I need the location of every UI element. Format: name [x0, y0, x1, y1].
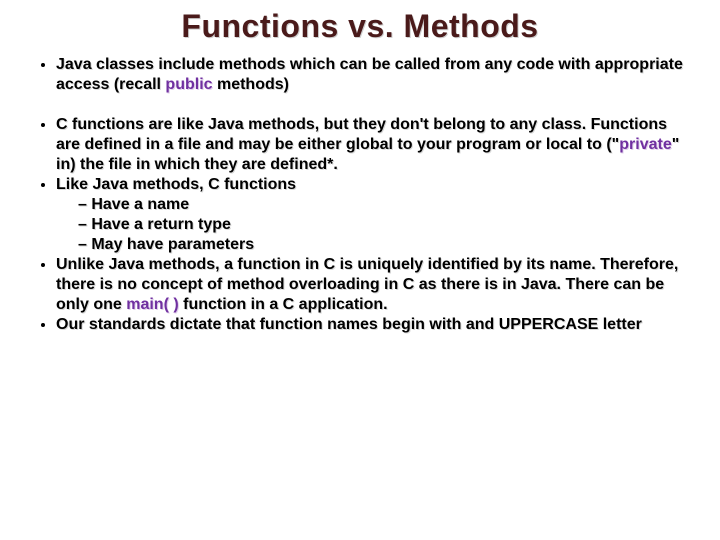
keyword-public: public: [165, 76, 212, 93]
slide: Functions vs. Methods Java classes inclu…: [0, 0, 720, 540]
bullet-4-text-b: function in a C application.: [179, 296, 388, 313]
keyword-main: main( ): [126, 296, 178, 313]
bullet-1-text-b: methods): [213, 76, 289, 93]
bullet-3-sub-3: May have parameters: [78, 235, 692, 255]
bullet-5: Our standards dictate that function name…: [56, 315, 692, 335]
bullet-3: Like Java methods, C functions Have a na…: [56, 175, 692, 255]
bullet-1: Java classes include methods which can b…: [56, 55, 692, 95]
slide-title: Functions vs. Methods: [28, 8, 692, 45]
bullet-3-text: Like Java methods, C functions: [56, 176, 296, 193]
bullet-2: C functions are like Java methods, but t…: [56, 115, 692, 175]
bullet-1-text-a: Java classes include methods which can b…: [56, 56, 683, 93]
keyword-private: private: [619, 136, 671, 153]
bullet-4: Unlike Java methods, a function in C is …: [56, 255, 692, 315]
bullet-3-sub-1: Have a name: [78, 195, 692, 215]
bullet-3-sub-2: Have a return type: [78, 215, 692, 235]
bullet-3-sublist: Have a name Have a return type May have …: [56, 195, 692, 255]
bullet-2-text-a: C functions are like Java methods, but t…: [56, 116, 667, 153]
bullet-list: Java classes include methods which can b…: [28, 55, 692, 335]
